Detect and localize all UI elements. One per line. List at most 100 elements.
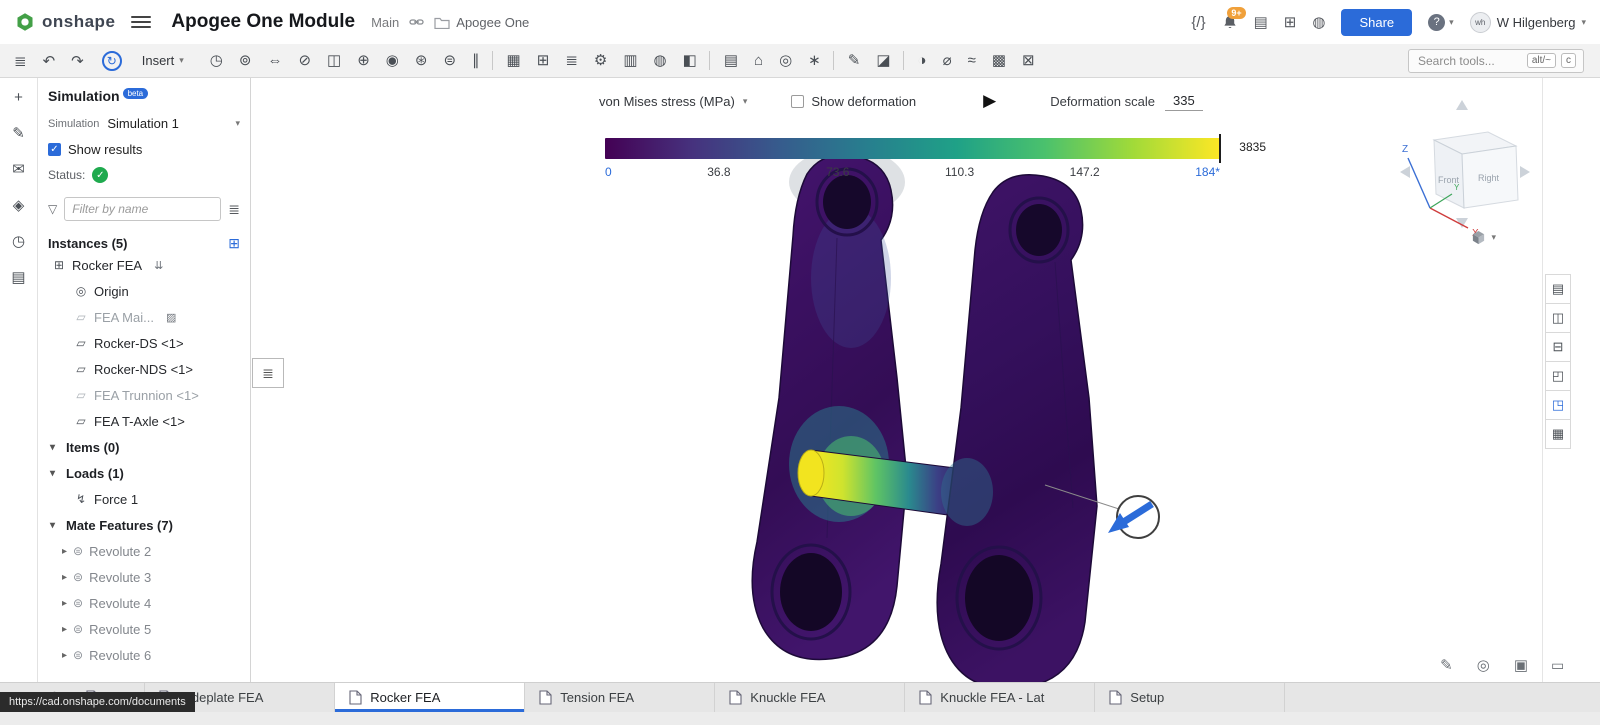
feature-list-toggle-icon[interactable]: ≣ [6, 50, 35, 72]
drawing-icon[interactable]: ✎ [840, 51, 869, 70]
result-type-dropdown[interactable]: von Mises stress (MPa) ▾ [599, 94, 747, 109]
help-menu[interactable]: ? ▾ [1428, 14, 1454, 31]
onshape-logo[interactable]: onshape [14, 11, 115, 33]
fea-mesh-icon[interactable]: ▩ [984, 51, 1014, 70]
play-animation-button[interactable]: ▶ [983, 91, 996, 111]
ball-mate-icon[interactable]: ◉ [378, 51, 407, 70]
search-tools-input[interactable] [1416, 53, 1522, 69]
tree-item[interactable]: ▱ Rocker-DS <1> [48, 330, 240, 356]
learning-center-icon[interactable]: ◍ [1312, 13, 1325, 31]
simulation-select[interactable]: Simulation 1 ▾ [107, 116, 240, 131]
document-tab[interactable]: Knuckle FEA [715, 683, 905, 712]
rotate-view-icon[interactable]: ◷ [202, 51, 231, 70]
legend-gradient-bar[interactable]: 3835 [605, 138, 1220, 159]
tangent-mate-icon[interactable]: ⊜ [435, 51, 464, 70]
model-tree-panel-icon[interactable]: ▤ [1545, 274, 1571, 304]
history-icon[interactable]: ◷ [12, 234, 25, 249]
bom-icon[interactable]: ▤ [716, 51, 746, 70]
mate-feature-item[interactable]: ▸ ⊜ Revolute 4 [48, 590, 240, 616]
custom-tables-panel-icon[interactable]: ▦ [1545, 419, 1571, 449]
tree-flyout-button[interactable]: ≣ [252, 358, 284, 388]
appearance-panel-icon[interactable]: ◳ [1545, 390, 1571, 420]
gear-relation-icon[interactable]: ⚙ [586, 51, 615, 70]
snapshot-icon[interactable]: ◎ [771, 51, 800, 70]
slider-mate-icon[interactable]: ⇔ [259, 51, 290, 70]
explode-icon[interactable]: ∗ [800, 51, 834, 70]
parallel-mate-icon[interactable]: ∥ [464, 51, 493, 70]
show-deformation-checkbox[interactable] [791, 95, 804, 108]
cylindrical-mate-icon[interactable]: ⊘ [290, 51, 319, 70]
user-menu[interactable]: wh W Hilgenberg ▾ [1470, 12, 1586, 33]
hole-icon[interactable]: ⌀ [935, 51, 960, 70]
tree-item-rocker-fea[interactable]: ⊞ Rocker FEA ⇊ [48, 252, 240, 278]
parent-document-link[interactable]: Apogee One [434, 15, 529, 30]
camera-standard-views-icon[interactable]: ◎ [1477, 656, 1490, 674]
notes-icon[interactable]: ▤ [11, 270, 25, 285]
workspace-label[interactable]: Main [371, 15, 399, 30]
edit-appearance-icon[interactable]: ✎ [1440, 656, 1453, 674]
app-store-icon[interactable]: ⊞ [1284, 13, 1297, 31]
mate-feature-item[interactable]: ▸ ⊜ Revolute 2 [48, 538, 240, 564]
graphics-viewport[interactable]: von Mises stress (MPa) ▾ Show deformatio… [251, 78, 1542, 682]
configurations-panel-icon[interactable]: ◫ [1545, 303, 1571, 333]
view-orientation-menu[interactable]: ▾ [1471, 230, 1496, 245]
named-positions-icon[interactable]: ⌂ [746, 51, 771, 70]
appearance-brush-icon[interactable]: ✎ [12, 126, 25, 141]
tree-item[interactable]: ▱ FEA Mai... ▨ [48, 304, 240, 330]
mate-feature-item[interactable]: ▸ ⊜ Revolute 5 [48, 616, 240, 642]
measure-icon[interactable]: ⊠ [1014, 51, 1043, 70]
show-results-checkbox[interactable]: ✓ Show results [48, 142, 240, 157]
notifications-bell-icon[interactable]: 9+ [1222, 14, 1238, 31]
list-view-icon[interactable]: ≣ [228, 201, 240, 218]
undo-button[interactable]: ↶ [35, 50, 64, 72]
comments-icon[interactable]: ✉ [12, 162, 25, 177]
section-views-panel-icon[interactable]: ◰ [1545, 361, 1571, 391]
view-cube[interactable]: Front Right Z X Y [1390, 88, 1540, 238]
tree-item[interactable]: ▱ FEA T-Axle <1> [48, 408, 240, 434]
deformation-scale-input[interactable]: 335 [1165, 91, 1203, 111]
insert-button[interactable]: Insert ▾ [132, 49, 194, 72]
document-tab[interactable]: Tension FEA [525, 683, 715, 712]
share-button[interactable]: Share [1341, 9, 1412, 36]
override-icon[interactable]: ⇊ [154, 259, 163, 272]
insert-instance-icon[interactable]: ⊞ [228, 235, 240, 252]
section-mate-features[interactable]: ▾ Mate Features (7) [48, 512, 240, 538]
featurescript-icon[interactable]: {/} [1191, 14, 1205, 31]
section-loads[interactable]: ▾ Loads (1) [48, 460, 240, 486]
tree-item[interactable]: ▱ Rocker-NDS <1> [48, 356, 240, 382]
share-link-icon[interactable] [409, 15, 424, 29]
help-resources-icon[interactable]: ◈ [13, 198, 25, 213]
pin-slot-mate-icon[interactable]: ⊛ [407, 51, 436, 70]
mate-connector-icon[interactable]: ⊞ [529, 51, 558, 70]
rack-pinion-icon[interactable]: ≣ [557, 51, 586, 70]
section-analysis-icon[interactable]: ◪ [868, 51, 903, 70]
display-states-panel-icon[interactable]: ⊟ [1545, 332, 1571, 362]
insert-new-icon[interactable]: + [14, 90, 23, 105]
circular-pattern-icon[interactable]: ◍ [646, 51, 675, 70]
fastened-mate-icon[interactable]: ⊕ [349, 51, 378, 70]
mate-feature-item[interactable]: ▸ ⊜ Revolute 3 [48, 564, 240, 590]
filter-input[interactable] [64, 197, 221, 221]
grid-units-icon[interactable]: ▣ [1514, 656, 1528, 674]
redo-button[interactable]: ↷ [63, 50, 92, 72]
linear-pattern-icon[interactable]: ▥ [615, 51, 645, 70]
update-sync-icon[interactable]: ↻ [102, 51, 122, 71]
document-tab[interactable]: Knuckle FEA - Lat [905, 683, 1095, 712]
group-parts-icon[interactable]: ▦ [499, 51, 529, 70]
sphere-primitive-icon[interactable]: ⊚ [231, 51, 260, 70]
hamburger-menu-icon[interactable] [131, 16, 151, 28]
measure-units-icon[interactable]: ▭ [1551, 657, 1564, 674]
mate-feature-item[interactable]: ▸ ⊜ Revolute 6 [48, 642, 240, 668]
tree-item[interactable]: ▱ FEA Trunnion <1> [48, 382, 240, 408]
search-tools-box[interactable]: alt/~ c [1408, 49, 1584, 73]
document-tab[interactable]: Setup [1095, 683, 1285, 712]
sheet-metal-icon[interactable]: ≈ [960, 51, 984, 70]
tree-item-force[interactable]: ↯ Force 1 [48, 486, 240, 512]
reports-icon[interactable]: ▤ [1254, 13, 1268, 31]
mirror-icon[interactable]: ◧ [675, 51, 710, 70]
planar-mate-icon[interactable]: ◫ [319, 51, 349, 70]
tree-item[interactable]: ◎ Origin [48, 278, 240, 304]
document-tab[interactable]: Rocker FEA [335, 683, 525, 712]
section-items[interactable]: ▾ Items (0) [48, 434, 240, 460]
appearance-icon[interactable]: ◑ [910, 51, 935, 70]
